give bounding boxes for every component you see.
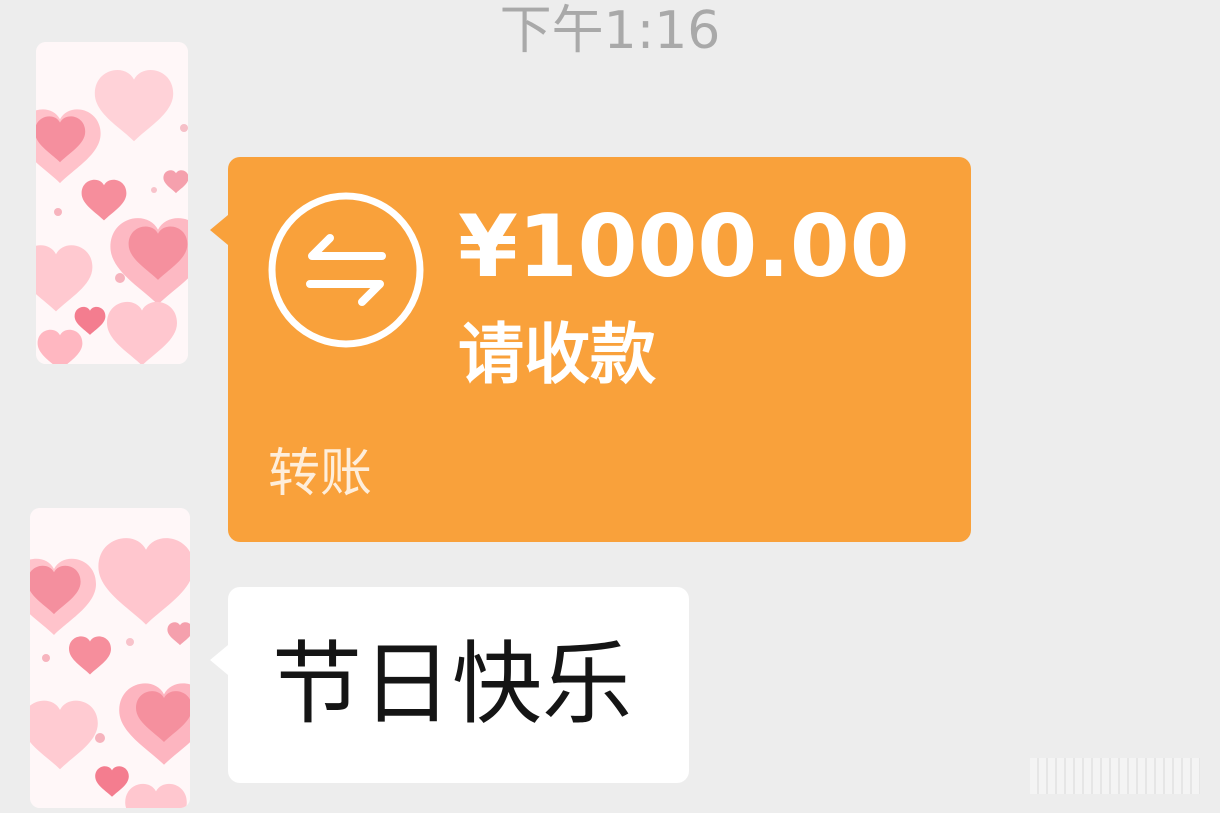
transfer-label: 转账	[268, 444, 373, 504]
transfer-status: 请收款	[458, 316, 656, 393]
heart-pattern-avatar-icon	[30, 508, 190, 808]
heart-pattern-avatar-icon	[36, 42, 188, 364]
message-text: 节日快乐	[272, 632, 632, 737]
sender-avatar[interactable]	[30, 508, 190, 808]
transfer-arrows-icon	[266, 190, 426, 350]
transfer-message-card[interactable]: ¥1000.00 请收款 转账	[210, 157, 971, 542]
bubble-tail	[210, 645, 228, 675]
sender-avatar[interactable]	[36, 42, 188, 364]
watermark	[1030, 758, 1200, 794]
text-message-bubble[interactable]: 节日快乐	[210, 587, 689, 783]
transfer-amount: ¥1000.00	[458, 197, 910, 297]
bubble-tail	[210, 215, 228, 245]
